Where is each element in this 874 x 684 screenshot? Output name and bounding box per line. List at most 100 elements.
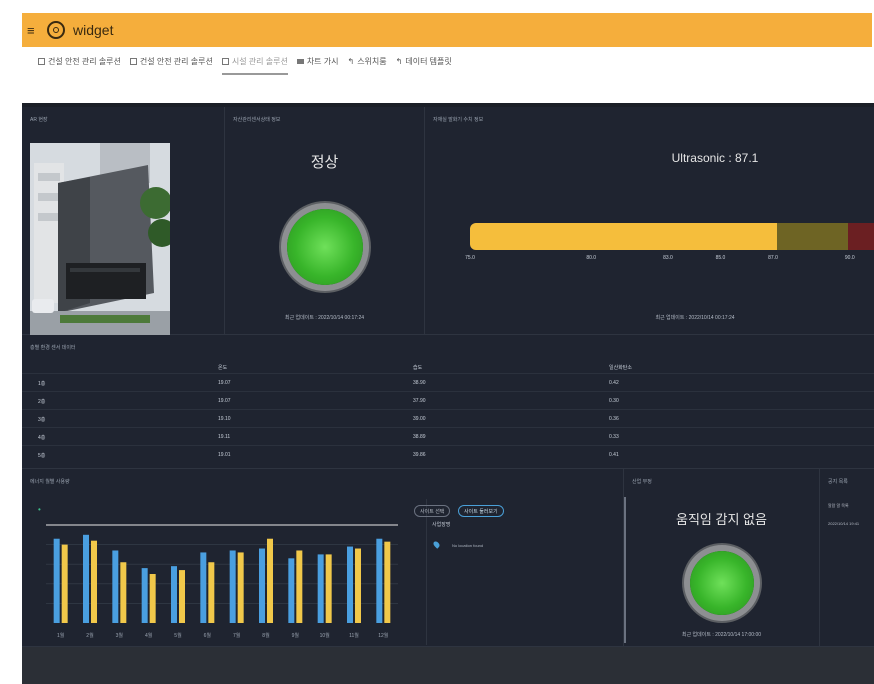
table-row[interactable]: 1층 19.07 38.90 0.42 bbox=[22, 373, 874, 391]
status-indicator bbox=[690, 551, 754, 615]
table-row[interactable]: 2층 19.07 37.90 0.30 bbox=[22, 391, 874, 409]
table-row[interactable]: 4층 19.11 38.89 0.33 bbox=[22, 427, 874, 445]
bar-series-1[interactable] bbox=[83, 534, 89, 623]
bar-series-2[interactable] bbox=[267, 538, 273, 623]
tab-construction-1[interactable]: 건설 안전 관리 솔루션 bbox=[38, 50, 121, 72]
bar-series-1[interactable] bbox=[171, 566, 177, 623]
status-text: 정상 bbox=[310, 154, 339, 171]
cell-temp: 19.10 bbox=[218, 416, 231, 422]
bar-series-2[interactable] bbox=[91, 540, 97, 623]
cell-temp: 19.01 bbox=[218, 452, 231, 458]
updated-time: 최근 업데이트 : 2022/10/14 00:17:24 bbox=[284, 315, 365, 321]
cell-floor: 2층 bbox=[38, 399, 46, 405]
updated-time: 최근 업데이트 : 2022/10/14 17:00:00 bbox=[681, 632, 762, 638]
app-root: ≡ widget 건설 안전 관리 솔루션 건설 안전 관리 솔루션 시설 관리… bbox=[0, 0, 874, 684]
status-indicator bbox=[287, 209, 363, 285]
tab-template[interactable]: ↰ 데이터 템플릿 bbox=[396, 50, 452, 72]
circle-logo-icon bbox=[47, 21, 65, 39]
x-tick-label: 11월 bbox=[349, 632, 359, 639]
cell-floor: 4층 bbox=[38, 435, 46, 441]
location-value: No location found bbox=[452, 543, 484, 548]
tab-chart[interactable]: 차트 가시 bbox=[296, 50, 338, 72]
bar-series-1[interactable] bbox=[229, 550, 236, 623]
bar-series-2[interactable] bbox=[296, 550, 303, 623]
tab-label: 건설 안전 관리 솔루션 bbox=[139, 56, 213, 66]
bar-series-1[interactable] bbox=[376, 538, 383, 623]
tab-construction-2[interactable]: 건설 안전 관리 솔루션 bbox=[129, 50, 213, 72]
bar-series-1[interactable] bbox=[259, 548, 265, 623]
bar-series-2[interactable] bbox=[355, 548, 361, 623]
bar-series-1[interactable] bbox=[288, 558, 295, 623]
gauge-warning-zone bbox=[777, 223, 848, 250]
updated-time: 최근 업데이트 : 2022/10/14 00:17:24 bbox=[655, 315, 735, 321]
chart-divider bbox=[426, 499, 427, 645]
building-photo[interactable] bbox=[30, 143, 170, 335]
cell-co: 0.33 bbox=[609, 434, 619, 440]
panel-title: 공지 목록 bbox=[828, 479, 848, 485]
tab-bar: 건설 안전 관리 솔루션 건설 안전 관리 솔루션 시설 관리 솔루션 차트 가… bbox=[38, 50, 461, 75]
app-header: ≡ widget bbox=[22, 13, 872, 47]
gauge-tick: 83.0 bbox=[663, 255, 673, 261]
grid-icon bbox=[129, 57, 137, 65]
gauge-tick: 75.0 bbox=[465, 255, 475, 261]
ultrasonic-value: Ultrasonic : 87.1 bbox=[671, 151, 759, 165]
cell-floor: 1층 bbox=[38, 381, 46, 387]
x-tick-label: 9월 bbox=[292, 632, 300, 639]
bar-series-2[interactable] bbox=[179, 570, 185, 623]
tab-switchroom[interactable]: ↰ 스위치룸 bbox=[347, 50, 386, 72]
notice-item[interactable]: 2022/10/14 19:41 bbox=[828, 521, 859, 526]
bar-series-1[interactable] bbox=[112, 550, 119, 623]
bar-series-2[interactable] bbox=[120, 562, 127, 623]
bar-series-2[interactable] bbox=[208, 562, 215, 623]
x-tick-label: 7월 bbox=[233, 632, 241, 639]
notice-panel: 공지 목록 알람 알 목록 2022/10/14 19:41 bbox=[820, 469, 874, 647]
monthly-bar-chart: 1월 2월 3월 4월 5월 6월 7월 8월 9월 10월 11월 12월 bbox=[46, 524, 398, 639]
col-header-temp: 온도 bbox=[218, 365, 228, 371]
x-tick-label: 10월 bbox=[320, 632, 331, 639]
col-header-humidity: 습도 bbox=[413, 365, 423, 371]
gauge-tick: 90.0 bbox=[844, 255, 855, 261]
bar-series-1[interactable] bbox=[53, 538, 60, 623]
gauge-ticks: 75.0 80.0 83.0 85.0 87.0 90.0 bbox=[465, 255, 874, 265]
bar-series-2[interactable] bbox=[325, 554, 332, 623]
tab-facility[interactable]: 시설 관리 솔루션 bbox=[221, 50, 288, 75]
floor-sensor-table: 층별 환경 센서 데이터 온도 습도 일산화탄소 1층 19.07 38.90 … bbox=[22, 335, 874, 469]
x-tick-label: 1월 bbox=[57, 632, 65, 639]
bar-series-1[interactable] bbox=[200, 552, 207, 623]
cell-temp: 19.07 bbox=[218, 380, 231, 386]
tab-label: 데이터 템플릿 bbox=[405, 56, 452, 66]
gauge-danger-zone bbox=[848, 223, 874, 250]
panel-title: 산업 부정 bbox=[632, 479, 652, 485]
cell-temp: 19.07 bbox=[218, 398, 231, 404]
x-tick-label: 4월 bbox=[145, 632, 153, 639]
cctv-panel: AR 현장 bbox=[22, 107, 225, 335]
table-row[interactable]: 3층 19.10 39.00 0.36 bbox=[22, 409, 874, 427]
bar-series-1[interactable] bbox=[141, 568, 148, 623]
cell-floor: 5층 bbox=[38, 453, 46, 459]
bar-series-1[interactable] bbox=[347, 546, 353, 623]
x-tick-label: 5월 bbox=[174, 632, 182, 639]
site-select[interactable]: 사이트 선택 bbox=[414, 505, 451, 517]
cell-co: 0.41 bbox=[609, 452, 619, 458]
app-title: widget bbox=[73, 22, 114, 38]
notice-item[interactable]: 알람 알 목록 bbox=[828, 503, 849, 509]
x-tick-label: 8월 bbox=[262, 632, 270, 639]
bar-series-2[interactable] bbox=[384, 541, 391, 623]
cell-humidity: 38.89 bbox=[413, 434, 426, 440]
bar-series-2[interactable] bbox=[237, 552, 244, 623]
card-icon bbox=[296, 58, 304, 64]
cell-temp: 19.11 bbox=[218, 434, 231, 440]
bar-series-2[interactable] bbox=[149, 574, 156, 623]
location-pin-icon bbox=[432, 540, 441, 549]
grid-icon bbox=[221, 57, 229, 65]
table-row[interactable]: 5층 19.01 39.86 0.41 bbox=[22, 445, 874, 463]
share-icon: ↰ bbox=[347, 56, 355, 66]
bar-series-2[interactable] bbox=[61, 544, 68, 623]
tab-label: 건설 안전 관리 솔루션 bbox=[48, 56, 121, 66]
ultrasonic-gauge bbox=[470, 223, 874, 250]
site-browse-button[interactable]: 사이트 둘러보기 bbox=[458, 505, 504, 517]
hamburger-icon[interactable]: ≡ bbox=[27, 23, 41, 38]
dashboard: AR 현장 자산관리센서상태 정보 정상 최근 업데이트: 2022/10/1… bbox=[22, 103, 874, 684]
bar-series-1[interactable] bbox=[317, 554, 324, 623]
cell-co: 0.36 bbox=[609, 416, 619, 422]
